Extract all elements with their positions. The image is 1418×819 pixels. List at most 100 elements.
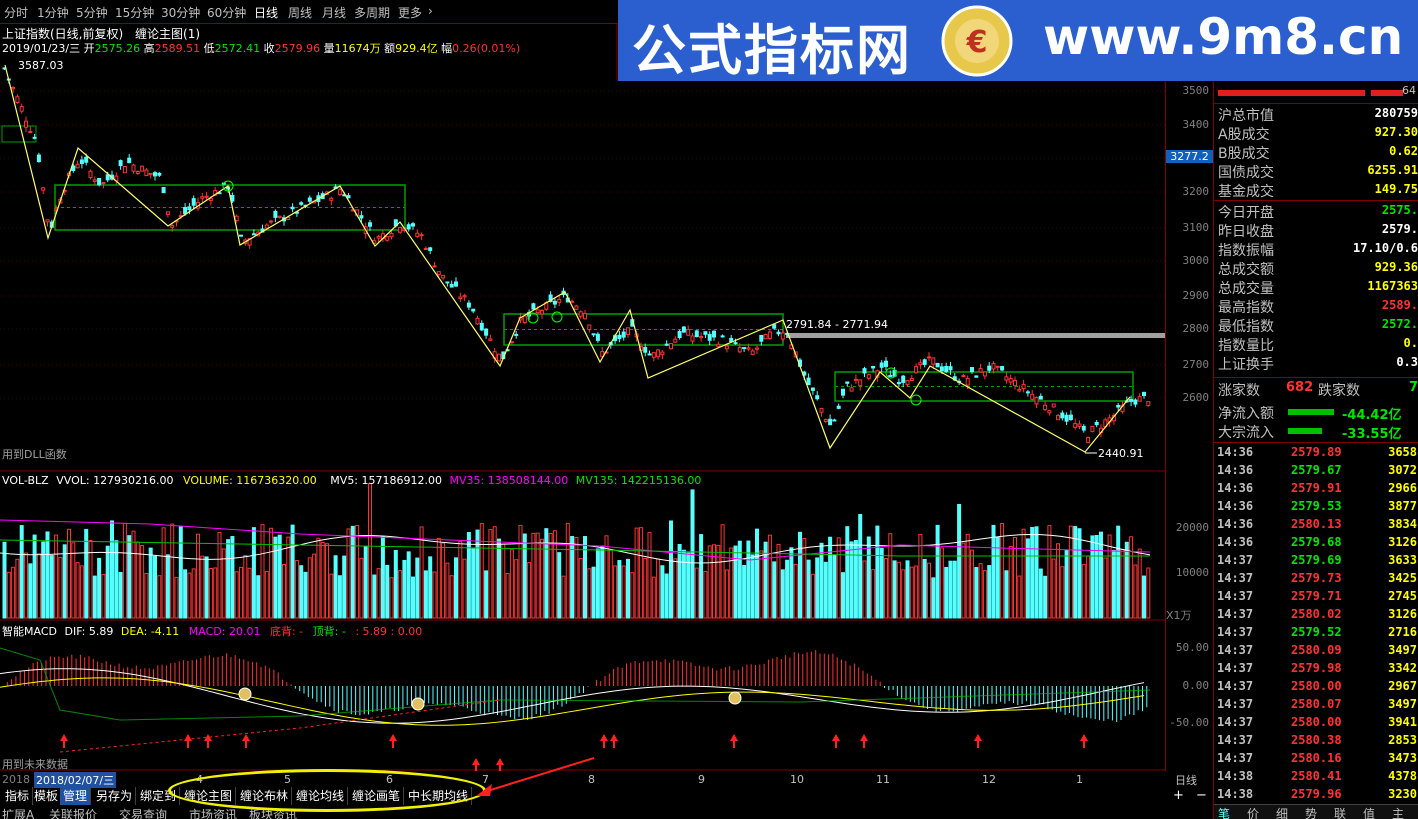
side-tab-1[interactable]: 价: [1247, 805, 1259, 819]
volume-bar: [802, 538, 807, 619]
volume-bar: [638, 527, 643, 619]
volume-bar: [49, 555, 54, 619]
candle-body: [656, 349, 661, 358]
bottom-tab-2[interactable]: 管理: [60, 787, 92, 805]
bottom-tab-1[interactable]: 模板: [31, 787, 63, 805]
period-5[interactable]: 60分钟: [207, 4, 246, 21]
tick-time: 14:36: [1217, 499, 1254, 513]
volume-bar: [952, 560, 957, 619]
macd-indicator-name[interactable]: 智能MACD: [2, 625, 57, 638]
candle-body: [466, 302, 471, 308]
month-label: 12: [982, 773, 996, 786]
volume-bar: [45, 531, 50, 619]
more-arrow-icon[interactable]: ›: [428, 4, 433, 18]
candle-body: [359, 215, 364, 219]
period-9[interactable]: 多周期: [354, 4, 390, 21]
candle-body: [664, 343, 669, 346]
ext-tab-0[interactable]: 扩展A: [2, 806, 34, 819]
volume-bar: [501, 543, 506, 619]
stat-label: 指数振幅: [1218, 243, 1274, 259]
bottom-tab-0[interactable]: 指标: [2, 787, 34, 805]
candle-body: [832, 419, 837, 422]
candle-body: [1077, 423, 1082, 427]
candle-body: [1081, 425, 1086, 431]
volume-bar: [1000, 522, 1005, 619]
side-tab-0[interactable]: 笔: [1218, 805, 1230, 819]
ext-tab-2[interactable]: 交易查询: [119, 806, 167, 819]
tick-time: 14:36: [1217, 463, 1254, 477]
zoom-out-button[interactable]: −: [1196, 788, 1207, 803]
candle-body: [19, 106, 24, 112]
period-6[interactable]: 日线: [254, 4, 278, 21]
volume-bar: [122, 522, 127, 619]
volume-bar: [363, 546, 368, 619]
candle-body: [161, 187, 166, 194]
candle-body: [1086, 436, 1091, 444]
volume-bar: [927, 562, 931, 619]
ext-tab-1[interactable]: 关联报价: [49, 806, 97, 819]
volume-bar: [36, 553, 41, 619]
volume-bar: [1090, 535, 1095, 619]
volume-bar: [669, 520, 673, 619]
volume-bar: [617, 560, 622, 619]
period-4[interactable]: 30分钟: [161, 4, 200, 21]
volume-bar: [858, 513, 863, 619]
tick-price: 2579.67: [1291, 463, 1342, 477]
range-band: [786, 333, 1165, 338]
candle-body: [720, 335, 725, 338]
vol-indicator-name[interactable]: VOL-BLZ: [2, 474, 49, 487]
period-1[interactable]: 1分钟: [37, 4, 69, 21]
volume-bar: [892, 560, 897, 619]
tick-qty: 2967: [1388, 679, 1417, 693]
volume-bar: [84, 528, 89, 619]
period-3[interactable]: 15分钟: [115, 4, 154, 21]
candle-body: [896, 382, 901, 385]
side-tab-5[interactable]: 值: [1363, 805, 1375, 819]
price-tick: 2700: [1182, 358, 1210, 371]
side-tab-2[interactable]: 细: [1276, 805, 1288, 819]
candle-body: [823, 419, 828, 423]
stat-label: 总成交量: [1218, 281, 1274, 297]
period-0[interactable]: 分时: [4, 4, 28, 21]
volume-bar: [299, 565, 304, 619]
tick-qty: 3633: [1388, 553, 1417, 567]
period-10[interactable]: 更多: [398, 4, 422, 21]
volume-bar: [247, 567, 252, 619]
candle-body: [1008, 378, 1013, 383]
tick-time: 14:37: [1217, 751, 1254, 765]
volume-bar: [368, 482, 372, 619]
bottom-tab-3[interactable]: 另存为: [93, 787, 137, 805]
tick-time: 14:37: [1217, 571, 1254, 585]
volume-bar: [750, 554, 755, 619]
period-2[interactable]: 5分钟: [76, 4, 108, 21]
kline-chart[interactable]: [0, 24, 1165, 771]
candle-body: [1142, 391, 1146, 396]
candle-body: [1017, 388, 1022, 392]
top-divergence: 顶背: -: [312, 625, 346, 638]
candle-body: [411, 223, 415, 227]
period-8[interactable]: 月线: [322, 4, 346, 21]
candle-body: [514, 333, 519, 336]
candle-body: [1000, 366, 1005, 371]
zoom-in-button[interactable]: +: [1173, 788, 1184, 803]
period-7[interactable]: 周线: [288, 4, 312, 21]
volume-bar: [961, 542, 966, 619]
candle-body: [1073, 423, 1078, 428]
candle-body: [578, 311, 583, 317]
ext-tab-3[interactable]: 市场资讯: [189, 806, 237, 819]
volume-bar: [836, 537, 841, 619]
volume-bar: [755, 528, 759, 619]
volume-bar: [458, 541, 463, 619]
candle-body: [183, 207, 188, 215]
side-tab-3[interactable]: 势: [1305, 805, 1317, 819]
volume-bar: [165, 554, 170, 619]
candle-body: [733, 342, 738, 345]
volume-bar: [527, 562, 532, 619]
candle-body: [583, 312, 587, 320]
candle-body: [810, 387, 815, 391]
volume-bar: [587, 568, 592, 619]
volume-bar: [724, 569, 729, 619]
side-tab-4[interactable]: 联: [1334, 805, 1346, 819]
side-tab-6[interactable]: 主: [1392, 805, 1404, 819]
volume-bar: [1073, 526, 1078, 619]
